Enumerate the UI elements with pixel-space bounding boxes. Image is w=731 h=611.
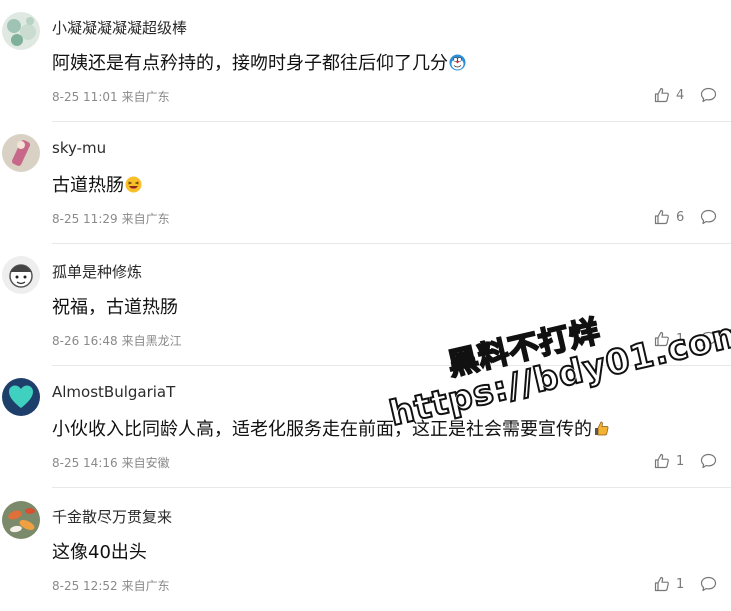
comment-location: 来自广东 bbox=[121, 579, 170, 593]
like-count: 1 bbox=[676, 331, 685, 347]
avatar[interactable] bbox=[2, 134, 40, 172]
comment-text: 阿姨还是有点矜持的，接吻时身子都往后仰了几分 bbox=[52, 49, 466, 75]
thumbs-up-icon bbox=[654, 453, 670, 469]
comment-text-body: 小伙收入比同龄人高，适老化服务走在前面，这正是社会需要宣传的 bbox=[52, 419, 592, 440]
username[interactable]: AlmostBulgariaT bbox=[52, 383, 175, 401]
comment-meta: 8-25 11:29 来自广东 bbox=[52, 210, 170, 227]
like-count: 6 bbox=[676, 209, 685, 225]
thumbs-up-emoji-icon bbox=[593, 420, 610, 437]
reply-button[interactable] bbox=[700, 453, 717, 469]
comment-bubble-icon bbox=[700, 209, 717, 225]
comment-location: 来自广东 bbox=[121, 212, 170, 226]
comment-meta: 8-26 16:48 来自黑龙江 bbox=[52, 332, 182, 349]
comment-location: 来自广东 bbox=[121, 90, 170, 104]
username[interactable]: 千金散尽万贯复来 bbox=[52, 506, 172, 527]
thumbs-up-icon bbox=[654, 576, 670, 592]
username[interactable]: sky-mu bbox=[52, 139, 106, 157]
comment-location: 来自黑龙江 bbox=[121, 334, 182, 348]
comment-text: 这像40出头 bbox=[52, 538, 147, 564]
like-button[interactable]: 6 bbox=[654, 208, 684, 226]
thumbs-up-icon bbox=[654, 209, 670, 225]
divider bbox=[52, 487, 731, 488]
comment-item: 小凝凝凝凝凝超级棒 阿姨还是有点矜持的，接吻时身子都往后仰了几分 8-25 11… bbox=[0, 0, 731, 122]
comment-date: 8-26 16:48 bbox=[52, 334, 118, 348]
comment-text: 古道热肠 bbox=[52, 171, 142, 197]
comment-date: 8-25 11:01 bbox=[52, 90, 118, 104]
like-button[interactable]: 1 bbox=[654, 330, 684, 348]
comment-text-body: 古道热肠 bbox=[52, 175, 124, 196]
comment-meta: 8-25 12:52 来自广东 bbox=[52, 577, 170, 594]
comment-bubble-icon bbox=[700, 453, 717, 469]
comment-date: 8-25 14:16 bbox=[52, 456, 118, 470]
doraemon-emoji-icon bbox=[449, 54, 466, 71]
comment-meta: 8-25 14:16 来自安徽 bbox=[52, 454, 170, 471]
comment-location: 来自安徽 bbox=[121, 456, 170, 470]
comment-text-body: 这像40出头 bbox=[52, 542, 147, 563]
like-button[interactable]: 1 bbox=[654, 452, 684, 470]
comment-item: 千金散尽万贯复来 这像40出头 8-25 12:52 来自广东 1 bbox=[0, 489, 731, 611]
like-count: 1 bbox=[676, 576, 685, 592]
comment-bubble-icon bbox=[700, 87, 717, 103]
username[interactable]: 小凝凝凝凝凝超级棒 bbox=[52, 17, 187, 38]
comment-item: 孤单是种修炼 祝福，古道热肠 8-26 16:48 来自黑龙江 1 bbox=[0, 244, 731, 366]
avatar[interactable] bbox=[2, 501, 40, 539]
comment-date: 8-25 12:52 bbox=[52, 579, 118, 593]
comment-text: 小伙收入比同龄人高，适老化服务走在前面，这正是社会需要宣传的 bbox=[52, 415, 610, 441]
avatar[interactable] bbox=[2, 256, 40, 294]
like-button[interactable]: 1 bbox=[654, 575, 684, 593]
avatar[interactable] bbox=[2, 378, 40, 416]
comment-meta: 8-25 11:01 来自广东 bbox=[52, 88, 170, 105]
comment-text-body: 阿姨还是有点矜持的，接吻时身子都往后仰了几分 bbox=[52, 53, 448, 74]
comment-item: AlmostBulgariaT 小伙收入比同龄人高，适老化服务走在前面，这正是社… bbox=[0, 366, 731, 488]
comment-item: sky-mu 古道热肠 8-25 11:29 来自广东 6 bbox=[0, 122, 731, 244]
comment-date: 8-25 11:29 bbox=[52, 212, 118, 226]
like-count: 1 bbox=[676, 453, 685, 469]
reply-button[interactable] bbox=[700, 209, 717, 225]
reply-button[interactable] bbox=[700, 331, 717, 347]
username[interactable]: 孤单是种修炼 bbox=[52, 261, 142, 282]
reply-button[interactable] bbox=[700, 576, 717, 592]
laughing-emoji-icon bbox=[125, 176, 142, 193]
avatar[interactable] bbox=[2, 12, 40, 50]
thumbs-up-icon bbox=[654, 331, 670, 347]
comment-bubble-icon bbox=[700, 331, 717, 347]
comment-text: 祝福，古道热肠 bbox=[52, 293, 178, 319]
like-button[interactable]: 4 bbox=[654, 86, 684, 104]
reply-button[interactable] bbox=[700, 87, 717, 103]
comment-bubble-icon bbox=[700, 576, 717, 592]
like-count: 4 bbox=[676, 87, 685, 103]
comment-text-body: 祝福，古道热肠 bbox=[52, 297, 178, 318]
thumbs-up-icon bbox=[654, 87, 670, 103]
